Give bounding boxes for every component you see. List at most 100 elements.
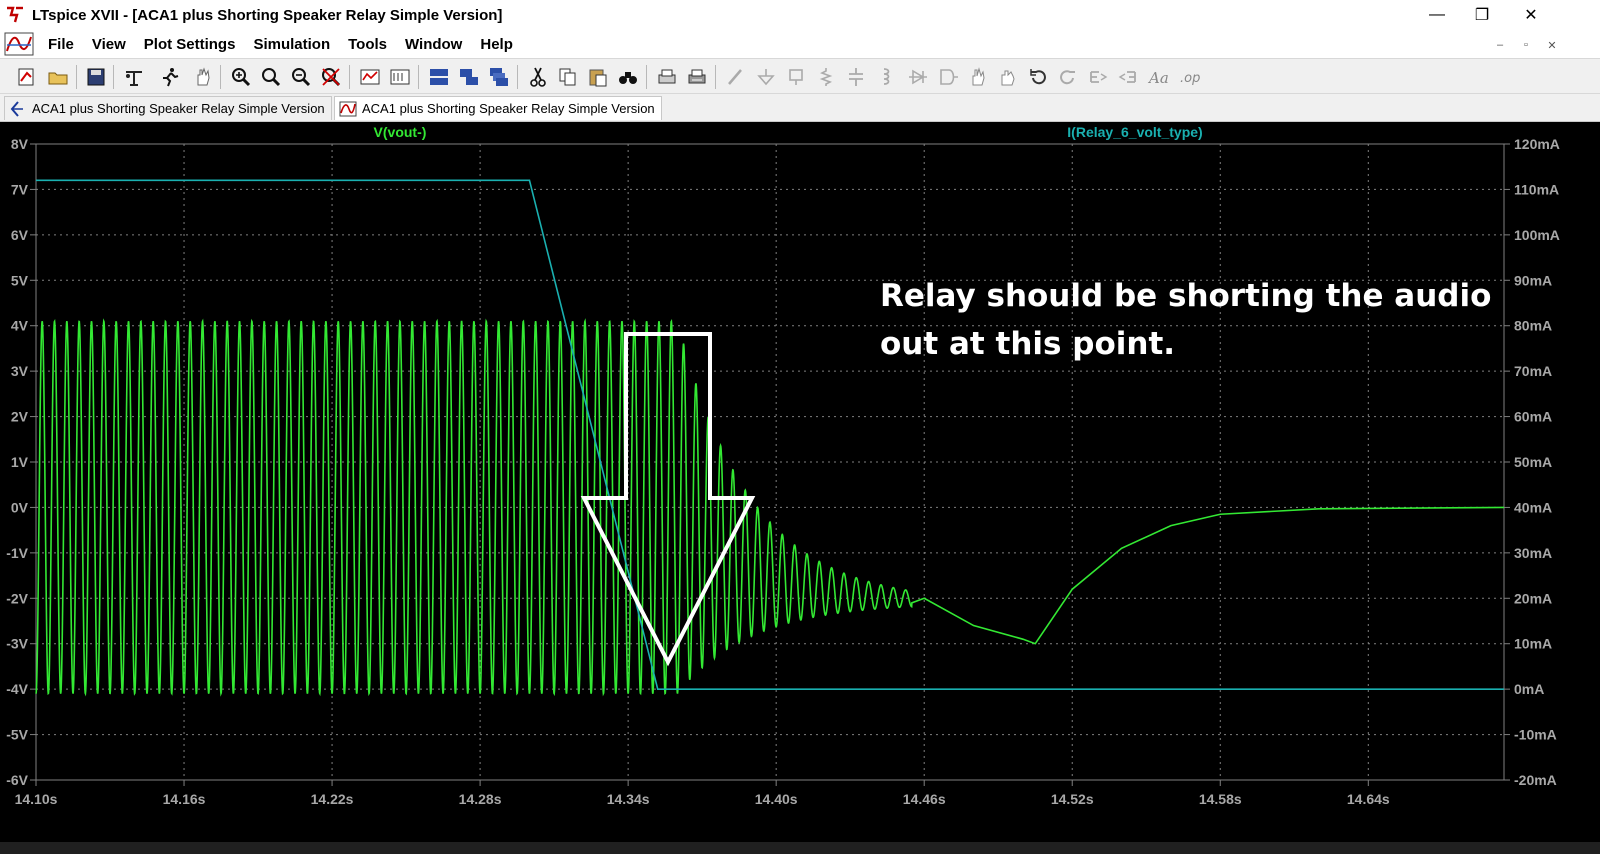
new-schematic-icon[interactable] <box>14 65 38 89</box>
minimize-button[interactable]: — <box>1414 0 1460 30</box>
waveform-plot[interactable]: 8V 120mA 7V 110mA 6V 100mA 5V 90mA 4V 80mA 3V 70mA 2… <box>0 122 1600 854</box>
drag-icon[interactable] <box>996 65 1020 89</box>
component-icon[interactable] <box>936 65 960 89</box>
autorange-icon[interactable] <box>358 65 382 89</box>
menu-help[interactable]: Help <box>476 36 517 53</box>
wire-icon[interactable] <box>724 65 748 89</box>
menu-file[interactable]: File <box>44 36 78 53</box>
inductor-icon[interactable] <box>874 65 898 89</box>
ltspice-window: LTspice XVII - [ACA1 plus Shorting Speak… <box>0 0 1600 854</box>
print-setup-icon[interactable] <box>685 65 709 89</box>
y-right-tick-label: 0mA <box>1514 681 1544 697</box>
title-bar: LTspice XVII - [ACA1 plus Shorting Speak… <box>0 0 1600 30</box>
save-icon[interactable] <box>84 65 108 89</box>
y-right-tick-label: 40mA <box>1514 499 1552 515</box>
text-icon[interactable]: Aa <box>1146 65 1170 89</box>
run-icon[interactable] <box>158 65 182 89</box>
mdi-restore-button[interactable]: ▫ <box>1516 36 1536 54</box>
status-strip <box>0 842 1600 854</box>
y-right-tick-label: 110mA <box>1514 181 1559 197</box>
y-left-tick-label: 4V <box>11 318 29 334</box>
y-left-tick-label: 3V <box>11 363 29 379</box>
menu-view[interactable]: View <box>88 36 130 53</box>
x-tick-label: 14.10s <box>15 791 58 807</box>
tile-vertical-icon[interactable] <box>457 65 481 89</box>
y-right-tick-label: 10mA <box>1514 636 1552 652</box>
zoom-out-icon[interactable] <box>289 65 313 89</box>
window-title: LTspice XVII - [ACA1 plus Shorting Speak… <box>32 6 503 24</box>
y-right-tick-label: 20mA <box>1514 590 1552 606</box>
y-left-tick-label: 7V <box>11 181 29 197</box>
y-right-tick-label: 50mA <box>1514 454 1552 470</box>
control-panel-icon[interactable] <box>122 65 146 89</box>
tab-schematic-label: ACA1 plus Shorting Speaker Relay Simple … <box>32 101 325 116</box>
capacitor-icon[interactable] <box>844 65 868 89</box>
mdi-minimize-button[interactable]: – <box>1490 36 1510 54</box>
undo-icon[interactable] <box>1026 65 1050 89</box>
y-right-tick-label: 100mA <box>1514 227 1560 243</box>
tab-waveform[interactable]: ACA1 plus Shorting Speaker Relay Simple … <box>334 96 662 120</box>
document-tab-bar: ACA1 plus Shorting Speaker Relay Simple … <box>0 94 1600 122</box>
cut-icon[interactable] <box>526 65 550 89</box>
halt-icon[interactable] <box>191 65 215 89</box>
label-icon[interactable] <box>784 65 808 89</box>
paste-icon[interactable] <box>586 65 610 89</box>
trace-label-voltage: V(vout-) <box>374 124 427 140</box>
svg-text:.op: .op <box>1180 71 1200 86</box>
y-right-tick-label: -20mA <box>1514 772 1557 788</box>
tab-schematic[interactable]: ACA1 plus Shorting Speaker Relay Simple … <box>4 96 332 120</box>
x-tick-label: 14.22s <box>311 791 354 807</box>
y-right-tick-label: 60mA <box>1514 409 1552 425</box>
x-tick-label: 14.58s <box>1199 791 1242 807</box>
trace-label-current: I(Relay_6_volt_type) <box>1067 124 1202 140</box>
zoom-in-icon[interactable] <box>229 65 253 89</box>
menu-window[interactable]: Window <box>401 36 466 53</box>
toolbar: Aa .op <box>0 58 1600 94</box>
waveform-chart[interactable]: 8V 120mA7V 110mA6V 100mA5V 90mA4V 80mA3V 70mA2… <box>0 122 1600 842</box>
y-left-tick-label: 1V <box>11 454 29 470</box>
menu-bar: File View Plot Settings Simulation Tools… <box>0 30 1600 58</box>
menu-simulation[interactable]: Simulation <box>249 36 334 53</box>
zoom-cancel-icon[interactable] <box>319 65 343 89</box>
menu-plot-settings[interactable]: Plot Settings <box>140 36 240 53</box>
annotation-text: Relay should be shorting the audio out a… <box>880 272 1520 368</box>
y-left-tick-label: -5V <box>6 727 28 743</box>
pick-visible-traces-icon[interactable] <box>388 65 412 89</box>
x-tick-label: 14.64s <box>1347 791 1390 807</box>
x-tick-label: 14.28s <box>459 791 502 807</box>
waveform-doc-icon <box>4 31 34 57</box>
resistor-icon[interactable] <box>814 65 838 89</box>
spice-directive-icon[interactable]: .op <box>1178 65 1202 89</box>
cascade-icon[interactable] <box>487 65 511 89</box>
diode-icon[interactable] <box>906 65 930 89</box>
print-icon[interactable] <box>655 65 679 89</box>
y-left-tick-label: 5V <box>11 272 29 288</box>
waveform-icon <box>339 100 357 118</box>
menu-tools[interactable]: Tools <box>344 36 391 53</box>
y-left-tick-label: 6V <box>11 227 29 243</box>
zoom-area-icon[interactable] <box>259 65 283 89</box>
mdi-close-button[interactable]: ✕ <box>1542 36 1562 54</box>
ground-icon[interactable] <box>754 65 778 89</box>
rotate-icon[interactable] <box>1086 65 1110 89</box>
restore-button[interactable]: ❐ <box>1459 0 1505 30</box>
move-icon[interactable] <box>966 65 990 89</box>
y-left-tick-label: -3V <box>6 636 28 652</box>
x-tick-label: 14.40s <box>755 791 798 807</box>
y-right-tick-label: 30mA <box>1514 545 1552 561</box>
svg-text:Aa: Aa <box>1147 69 1169 87</box>
mirror-icon[interactable] <box>1116 65 1140 89</box>
ltspice-logo-icon <box>4 4 26 26</box>
copy-icon[interactable] <box>556 65 580 89</box>
x-tick-label: 14.46s <box>903 791 946 807</box>
x-tick-label: 14.34s <box>607 791 650 807</box>
find-icon[interactable] <box>616 65 640 89</box>
y-left-tick-label: -6V <box>6 772 28 788</box>
y-left-tick-label: 2V <box>11 409 29 425</box>
open-folder-icon[interactable] <box>46 65 70 89</box>
close-button[interactable]: ✕ <box>1508 0 1554 30</box>
y-left-tick-label: -1V <box>6 545 28 561</box>
tile-horizontal-icon[interactable] <box>427 65 451 89</box>
redo-icon[interactable] <box>1056 65 1080 89</box>
y-left-tick-label: 0V <box>11 499 29 515</box>
